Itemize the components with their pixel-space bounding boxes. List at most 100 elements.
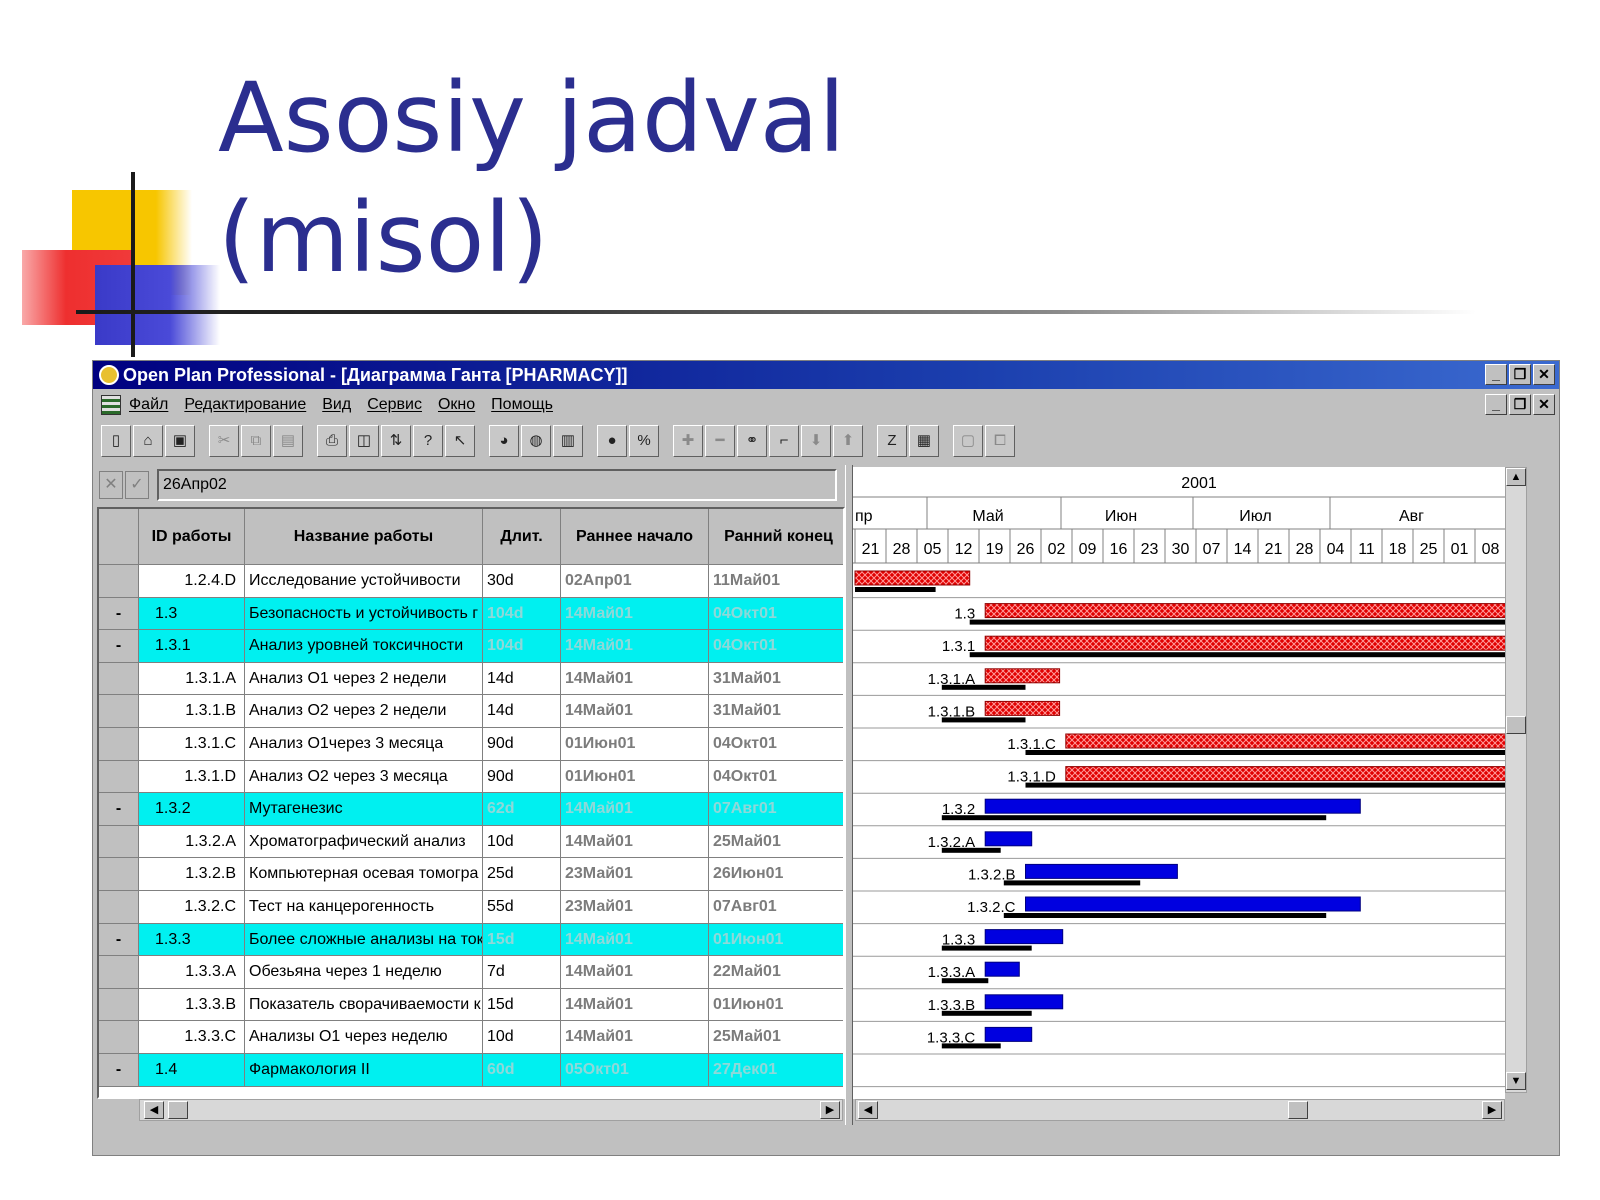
task-id-cell[interactable]: 1.3.1.A <box>139 662 245 695</box>
move-down-icon[interactable]: ⬇ <box>801 425 831 457</box>
duration-cell[interactable]: 30d <box>483 565 561 597</box>
task-name-cell[interactable]: Безопасность и устойчивость г <box>245 597 483 630</box>
early-finish-cell[interactable]: 27Дек01 <box>709 1053 843 1086</box>
task-id-cell[interactable]: 1.3.2.A <box>139 825 245 858</box>
task-name-cell[interactable]: Более сложные анализы на ток <box>245 923 483 956</box>
early-finish-cell[interactable]: 04Окт01 <box>709 728 843 760</box>
print-preview-icon[interactable]: ◫ <box>349 425 379 457</box>
minimize-button[interactable]: _ <box>1485 364 1507 385</box>
early-finish-cell[interactable]: 31Май01 <box>709 695 843 727</box>
task-row[interactable]: 1.3.1.A Анализ О1 через 2 недели 14d 14Май0… <box>99 662 843 696</box>
task-id-cell[interactable]: 1.3.3.B <box>139 988 245 1021</box>
entry-field[interactable]: 26Апр02 <box>157 469 837 501</box>
summary-task-row[interactable]: -1.3.2 Мутагенезис 62d 14Май01 07Авг01 <box>99 793 843 826</box>
early-start-cell[interactable]: 14Май01 <box>561 695 709 727</box>
row-selector-header[interactable] <box>99 509 139 565</box>
duration-cell[interactable]: 104d <box>483 630 561 662</box>
paste-icon[interactable]: ▤ <box>273 425 303 457</box>
task-row[interactable]: 1.3.2.C Тест на канцерогенность 55d 23Май01… <box>99 890 843 924</box>
early-finish-cell[interactable]: 26Июн01 <box>709 858 843 890</box>
summary-task-row[interactable]: -1.3.1 Анализ уровней токсичности 104d 14Ма… <box>99 630 843 663</box>
collapse-toggle[interactable]: - <box>99 597 139 630</box>
row-selector[interactable] <box>99 825 139 858</box>
task-id-cell[interactable]: 1.3.1.B <box>139 695 245 727</box>
task-row[interactable]: 1.3.1.D Анализ О2 через 3 месяца 90d 01Июн0… <box>99 760 843 794</box>
early-finish-cell[interactable]: 25Май01 <box>709 826 843 858</box>
early-start-cell[interactable]: 14Май01 <box>561 793 709 825</box>
task-id-cell[interactable]: 1.3.1.D <box>139 760 245 793</box>
maximize-button[interactable]: ❐ <box>1509 364 1531 385</box>
task-id-cell[interactable]: 1.4 <box>139 1053 245 1086</box>
coin-icon[interactable]: ● <box>597 425 627 457</box>
confirm-entry-button[interactable]: ✓ <box>125 471 149 499</box>
task-name-cell[interactable]: Обезьяна через 1 неделю <box>245 956 483 988</box>
pie-chart-icon[interactable]: ◕ <box>489 425 519 457</box>
summary-task-row[interactable]: -1.3 Безопасность и устойчивость г 104d 14М… <box>99 597 843 631</box>
menu-file[interactable]: Файл <box>129 389 168 421</box>
duration-cell[interactable]: 14d <box>483 695 561 727</box>
task-name-cell[interactable]: Анализ О1через 3 месяца <box>245 727 483 760</box>
column-header-early-start[interactable]: Раннее начало <box>561 509 709 565</box>
early-start-cell[interactable]: 01Июн01 <box>561 727 709 760</box>
gantt-scroll-left-arrow[interactable]: ◀ <box>858 1101 878 1119</box>
menu-tools[interactable]: Сервис <box>367 389 422 421</box>
open-folder-icon[interactable]: ⌂ <box>133 425 163 457</box>
early-finish-cell[interactable]: 25Май01 <box>709 1021 843 1053</box>
save-icon[interactable]: ▣ <box>165 425 195 457</box>
task-row[interactable]: 1.3.3.C Анализы О1 через неделю 10d 14Май01… <box>99 1021 843 1054</box>
duration-cell[interactable]: 90d <box>483 727 561 760</box>
scroll-down-arrow[interactable]: ▼ <box>1506 1072 1526 1090</box>
doc-restore-button[interactable]: ❐ <box>1509 394 1531 415</box>
row-selector[interactable] <box>99 727 139 760</box>
gantt-hscroll-thumb[interactable] <box>1288 1101 1308 1119</box>
duration-cell[interactable]: 10d <box>483 825 561 858</box>
early-finish-cell[interactable]: 01Июн01 <box>709 923 843 956</box>
close-button[interactable]: ✕ <box>1533 364 1555 385</box>
summary-task-row[interactable]: -1.4 Фармакология II 60d 05Окт01 27Дек01 <box>99 1053 843 1087</box>
move-up-icon[interactable]: ⬆ <box>833 425 863 457</box>
early-start-cell[interactable]: 14Май01 <box>561 1021 709 1053</box>
task-name-cell[interactable]: Исследование устойчивости <box>245 565 483 597</box>
task-id-cell[interactable]: 1.3.3.C <box>139 1021 245 1053</box>
task-row[interactable]: 1.3.3.A Обезьяна через 1 неделю 7d 14Май01 2… <box>99 956 843 989</box>
task-name-cell[interactable]: Фармакология II <box>245 1053 483 1086</box>
column-header-early-finish[interactable]: Ранний конец <box>709 509 843 565</box>
gantt-vscroll-thumb[interactable] <box>1506 716 1526 734</box>
duration-cell[interactable]: 7d <box>483 956 561 988</box>
column-header-id[interactable]: ID работы <box>139 509 245 565</box>
menu-help[interactable]: Помощь <box>491 389 553 421</box>
early-finish-cell[interactable]: 11Май01 <box>709 565 843 597</box>
duration-cell[interactable]: 90d <box>483 760 561 793</box>
document-menu-icon[interactable] <box>101 395 121 415</box>
early-start-cell[interactable]: 01Июн01 <box>561 760 709 793</box>
early-finish-cell[interactable]: 22Май01 <box>709 956 843 988</box>
task-name-cell[interactable]: Анализ О2 через 2 недели <box>245 695 483 727</box>
duration-cell[interactable]: 55d <box>483 890 561 923</box>
grid-scroll-thumb[interactable] <box>168 1101 188 1119</box>
menu-view[interactable]: Вид <box>322 389 351 421</box>
export-icon[interactable]: ⇅ <box>381 425 411 457</box>
task-row[interactable]: 1.3.1.B Анализ О2 через 2 недели 14d 14Май0… <box>99 695 843 728</box>
cut-icon[interactable]: ✂ <box>209 425 239 457</box>
duration-cell[interactable]: 15d <box>483 923 561 956</box>
view-icon[interactable]: ▦ <box>909 425 939 457</box>
row-selector[interactable] <box>99 956 139 988</box>
row-selector[interactable] <box>99 890 139 923</box>
task-row[interactable]: 1.3.2.B Компьютерная осевая томогра 25d 23М… <box>99 858 843 891</box>
duration-cell[interactable]: 14d <box>483 662 561 695</box>
window-titlebar[interactable]: Open Plan Professional - [Диаграмма Гант… <box>93 361 1559 389</box>
summary-task-row[interactable]: -1.3.3 Более сложные анализы на ток 15d 14М… <box>99 923 843 957</box>
window-restore-icon[interactable]: ⧠ <box>985 425 1015 457</box>
row-selector[interactable] <box>99 1021 139 1053</box>
zoom-icon[interactable]: Z <box>877 425 907 457</box>
early-finish-cell[interactable]: 07Авг01 <box>709 793 843 825</box>
context-help-icon[interactable]: ↖ <box>445 425 475 457</box>
doc-close-button[interactable]: ✕ <box>1533 394 1555 415</box>
collapse-toggle[interactable]: - <box>99 630 139 662</box>
task-name-cell[interactable]: Анализ уровней токсичности <box>245 630 483 662</box>
help-icon[interactable]: ? <box>413 425 443 457</box>
task-id-cell[interactable]: 1.3.2.B <box>139 858 245 890</box>
early-start-cell[interactable]: 14Май01 <box>561 923 709 956</box>
task-name-cell[interactable]: Хроматографический анализ <box>245 825 483 858</box>
task-id-cell[interactable]: 1.3.3 <box>139 923 245 956</box>
